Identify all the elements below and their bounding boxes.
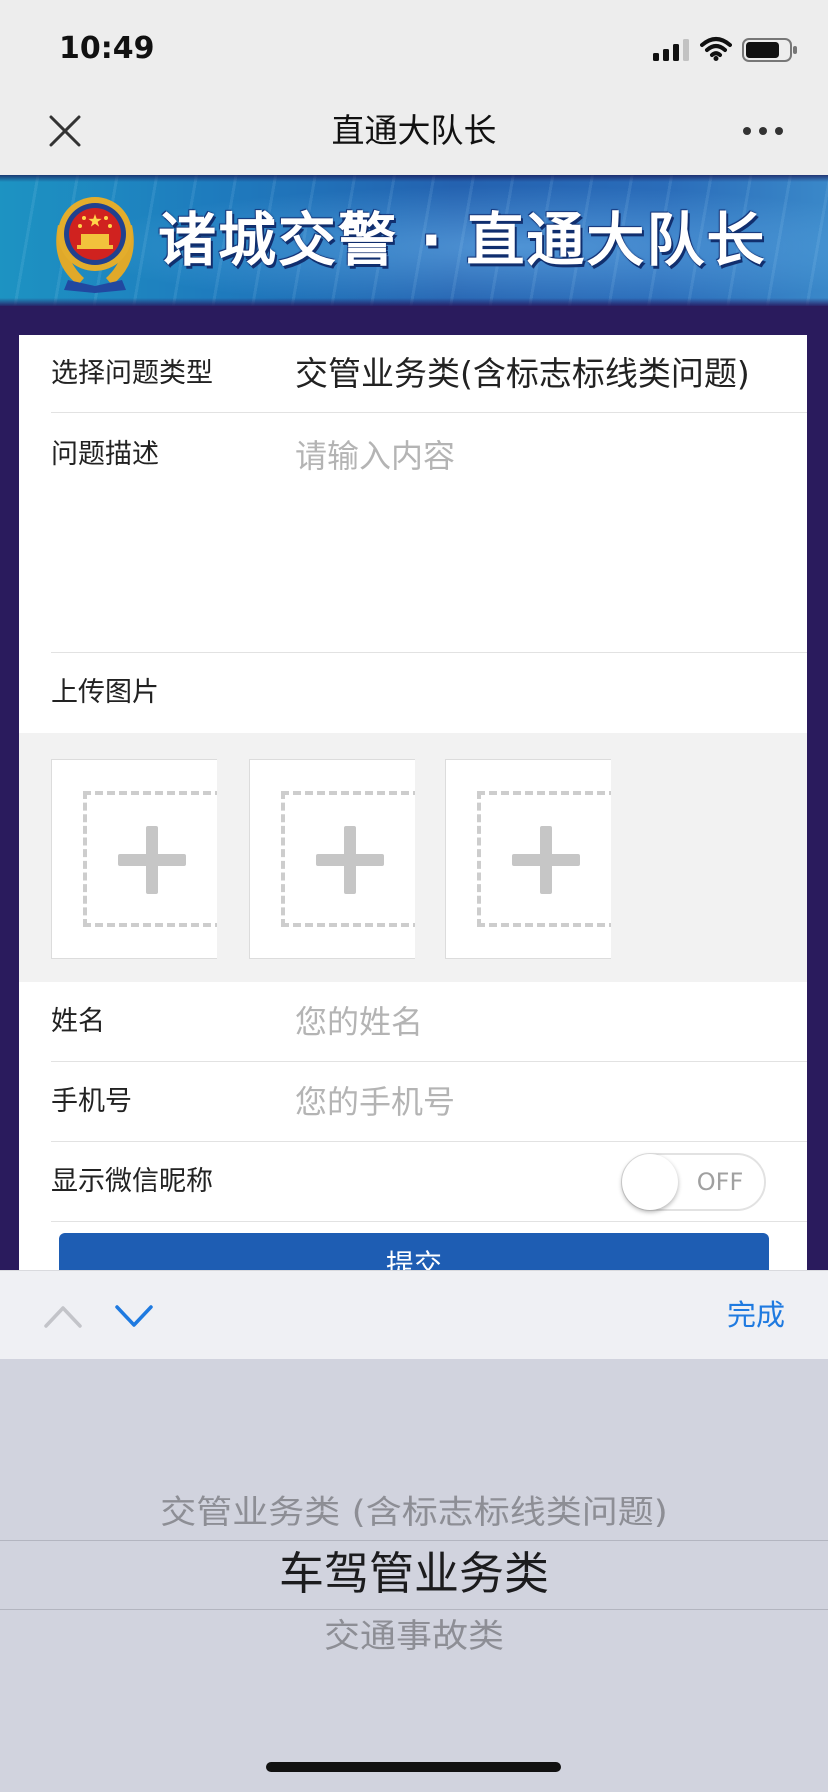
close-icon[interactable] bbox=[45, 111, 85, 151]
issue-type-label: 选择问题类型 bbox=[51, 358, 213, 389]
plus-icon bbox=[118, 826, 186, 894]
description-row: 问题描述 bbox=[51, 413, 807, 653]
picker-option[interactable]: 交管业务类 (含标志标线类问题) bbox=[0, 1492, 828, 1533]
phone-input[interactable] bbox=[295, 1080, 775, 1124]
banner-title: 诸城交警 · 直通大队长 bbox=[158, 206, 767, 274]
phone-label: 手机号 bbox=[51, 1086, 132, 1117]
issue-type-row[interactable]: 选择问题类型 交管业务类(含标志标线类问题) bbox=[51, 335, 807, 413]
wifi-icon bbox=[700, 37, 732, 61]
upload-row: 上传图片 bbox=[51, 653, 807, 733]
upload-area bbox=[19, 733, 807, 982]
selection-line-bottom bbox=[0, 1609, 828, 1610]
upload-slot[interactable] bbox=[445, 759, 611, 959]
name-label: 姓名 bbox=[51, 1006, 105, 1037]
phone-screen: 10:49 直通大队长 诸城交警 · 直通大队长 选择问题类型 交管业务类(含标… bbox=[0, 0, 828, 1792]
home-indicator[interactable] bbox=[266, 1762, 561, 1772]
header-banner: 诸城交警 · 直通大队长 bbox=[0, 175, 828, 306]
description-textarea[interactable] bbox=[295, 436, 795, 636]
issue-type-select[interactable]: 交管业务类(含标志标线类问题) bbox=[295, 354, 750, 394]
signal-icon bbox=[653, 39, 689, 61]
page-title: 直通大队长 bbox=[331, 111, 497, 150]
submit-button[interactable]: 提交 bbox=[59, 1233, 769, 1270]
toggle-knob bbox=[622, 1154, 678, 1210]
upload-slot[interactable] bbox=[249, 759, 415, 959]
chevron-down-icon[interactable] bbox=[114, 1303, 154, 1329]
keyboard-toolbar: 完成 bbox=[0, 1270, 828, 1359]
toggle-state-text: OFF bbox=[696, 1168, 744, 1196]
plus-icon bbox=[512, 826, 580, 894]
nickname-row: 显示微信昵称 OFF bbox=[51, 1142, 807, 1222]
picker-option[interactable]: 车驾管业务类 bbox=[0, 1547, 828, 1601]
nickname-label: 显示微信昵称 bbox=[51, 1166, 213, 1197]
status-time: 10:49 bbox=[59, 31, 155, 66]
done-button[interactable]: 完成 bbox=[727, 1271, 785, 1359]
status-bar: 10:49 bbox=[0, 0, 828, 89]
picker-option[interactable]: 交通事故类 bbox=[0, 1616, 828, 1658]
battery-icon bbox=[742, 38, 797, 62]
phone-row: 手机号 bbox=[51, 1062, 807, 1142]
more-icon[interactable] bbox=[738, 113, 788, 149]
description-label: 问题描述 bbox=[51, 439, 159, 470]
police-emblem-icon bbox=[56, 197, 134, 293]
name-input[interactable] bbox=[295, 1000, 775, 1044]
feedback-form: 选择问题类型 交管业务类(含标志标线类问题) 问题描述 上传图片 bbox=[19, 335, 807, 1270]
upload-label: 上传图片 bbox=[51, 677, 159, 708]
nav-bar: 直通大队长 bbox=[0, 89, 828, 175]
webview[interactable]: 诸城交警 · 直通大队长 选择问题类型 交管业务类(含标志标线类问题) 问题描述… bbox=[0, 175, 828, 1270]
selection-line-top bbox=[0, 1540, 828, 1541]
picker-wheel[interactable]: 交管业务类 (含标志标线类问题) 车驾管业务类 交通事故类 bbox=[0, 1359, 828, 1792]
chevron-up-icon bbox=[44, 1306, 82, 1328]
upload-slot[interactable] bbox=[51, 759, 217, 959]
plus-icon bbox=[316, 826, 384, 894]
nickname-toggle[interactable]: OFF bbox=[621, 1153, 766, 1211]
name-row: 姓名 bbox=[51, 982, 807, 1062]
